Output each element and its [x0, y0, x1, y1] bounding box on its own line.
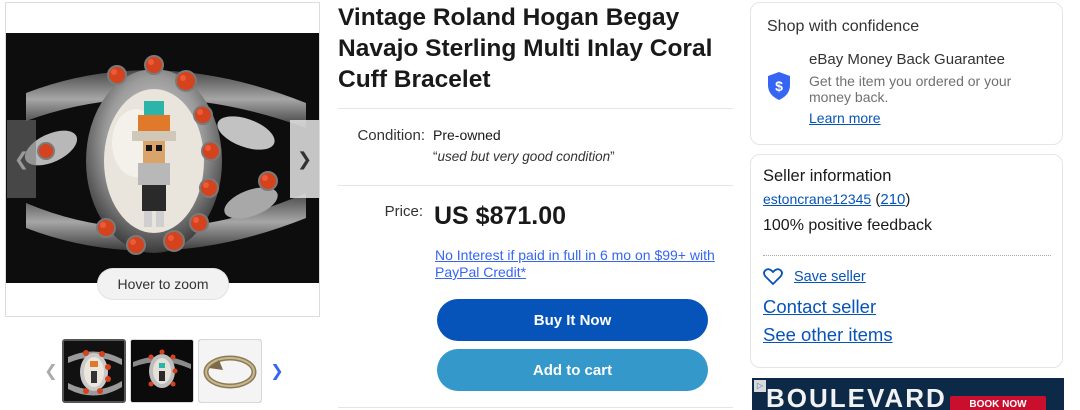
main-product-photo[interactable]: [6, 33, 319, 283]
seller-information-title: Seller information: [763, 167, 892, 185]
next-image-button[interactable]: ❯: [290, 120, 319, 198]
thumbnail-2[interactable]: [130, 339, 194, 403]
hover-to-zoom-label: Hover to zoom: [98, 269, 228, 299]
dotted-divider: [763, 255, 1051, 256]
shield-dollar-icon: $: [768, 72, 790, 100]
ad-choices-icon[interactable]: ▷: [754, 380, 766, 392]
chevron-right-icon: ❯: [296, 148, 313, 169]
condition-label: Condition:: [357, 127, 425, 144]
see-other-items-link[interactable]: See other items: [763, 324, 893, 346]
thumbnail-1[interactable]: [62, 339, 126, 403]
heart-icon: [763, 268, 783, 286]
feedback-count-link[interactable]: 210: [880, 191, 905, 208]
divider: [338, 185, 733, 186]
save-seller-link[interactable]: Save seller: [794, 269, 866, 285]
ad-book-now-button[interactable]: BOOK NOW: [950, 396, 1046, 410]
condition-value: Pre-owned: [433, 127, 501, 143]
save-seller-row[interactable]: Save seller: [763, 268, 866, 286]
shop-with-confidence-title: Shop with confidence: [767, 18, 920, 35]
seller-information-card: Seller information estoncrane12345 (210)…: [750, 154, 1063, 368]
chevron-left-icon: ❮: [13, 148, 30, 169]
seller-name-link[interactable]: estoncrane12345: [763, 191, 871, 207]
condition-description: “used but very good condition”: [433, 149, 615, 164]
divider: [338, 108, 733, 109]
advertisement-banner[interactable]: ▷ BOULEVARD BOOK NOW: [752, 378, 1064, 410]
divider: [338, 407, 733, 408]
thumbnail-next-icon[interactable]: ❯: [266, 361, 288, 381]
learn-more-link[interactable]: Learn more: [809, 110, 881, 126]
listing-title: Vintage Roland Hogan Begay Navajo Sterli…: [338, 4, 713, 93]
svg-text:$: $: [775, 78, 783, 94]
shop-with-confidence-card: Shop with confidence $ eBay Money Back G…: [750, 2, 1063, 145]
money-back-guarantee-description: Get the item you ordered or your money b…: [809, 73, 1012, 105]
buy-it-now-button[interactable]: Buy It Now: [437, 299, 708, 341]
previous-image-button[interactable]: ❮: [7, 120, 36, 198]
seller-name-row: estoncrane12345 (210): [763, 191, 910, 208]
positive-feedback: 100% positive feedback: [763, 217, 932, 234]
ad-brand-text: BOULEVARD: [766, 383, 947, 410]
thumbnail-strip: ❮ ❯: [40, 337, 290, 405]
price-label: Price:: [384, 203, 423, 220]
thumbnail-3[interactable]: [198, 339, 262, 403]
add-to-cart-button[interactable]: Add to cart: [437, 349, 708, 391]
quote-close: ”: [610, 149, 615, 164]
paypal-credit-link[interactable]: No Interest if paid in full in 6 mo on $…: [435, 247, 735, 281]
close-paren: ): [905, 191, 911, 208]
money-back-guarantee-title: eBay Money Back Guarantee: [809, 51, 1005, 68]
image-gallery: ❮ ❯ Hover to zoom: [5, 2, 320, 317]
contact-seller-link[interactable]: Contact seller: [763, 296, 876, 318]
thumbnail-prev-icon[interactable]: ❮: [40, 361, 62, 381]
condition-description-text: used but very good condition: [437, 149, 611, 164]
price-value: US $871.00: [434, 202, 567, 230]
